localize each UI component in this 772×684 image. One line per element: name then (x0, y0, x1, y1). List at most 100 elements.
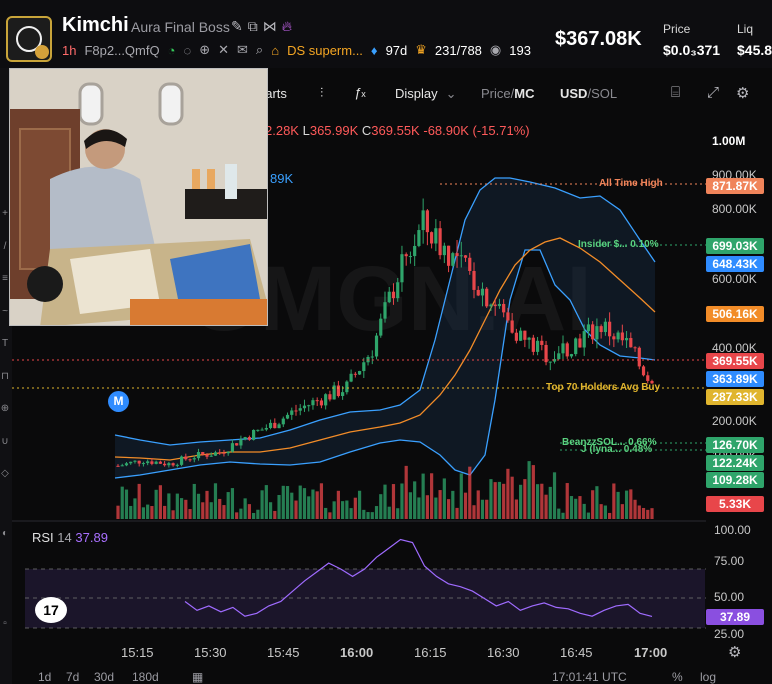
candle-body (268, 422, 273, 428)
price-tag: 369.55K (706, 353, 764, 369)
volume-bar (230, 488, 235, 519)
range-1d[interactable]: 1d (38, 670, 51, 684)
candle-body (502, 303, 506, 313)
volume-bar (624, 490, 629, 519)
log-toggle[interactable]: log (700, 670, 716, 684)
candle-body (514, 332, 518, 341)
volume-bar (586, 512, 591, 519)
volume-bar (239, 508, 243, 519)
volume-bar (218, 498, 222, 519)
candle-body (298, 408, 302, 411)
settings-small-icon[interactable]: ⚙ (728, 643, 741, 661)
candle-body (519, 330, 523, 341)
candle-body (417, 230, 421, 246)
candle-body (179, 456, 184, 465)
volume-bar (324, 507, 328, 519)
range-30d[interactable]: 30d (94, 670, 114, 684)
candle-body (124, 463, 129, 466)
price-tag: 363.89K (706, 371, 764, 387)
volume-bar (396, 508, 400, 519)
percent-toggle[interactable]: % (672, 670, 683, 684)
volume-bar (273, 510, 277, 519)
candle-body (400, 254, 404, 283)
clock-time: 17:01:41 UTC (552, 670, 627, 684)
volume-bar (201, 502, 205, 519)
rsi-legend: RSI 14 37.89 (32, 530, 108, 545)
volume-bar (243, 498, 247, 519)
candle-body (218, 452, 222, 454)
candle-body (336, 385, 340, 396)
range-180d[interactable]: 180d (132, 670, 159, 684)
volume-bar (578, 496, 582, 519)
candle-body (171, 463, 175, 466)
volume-bar (260, 490, 264, 519)
candle-body (489, 304, 493, 307)
candle-body (451, 253, 455, 266)
volume-group (116, 461, 654, 519)
range-7d[interactable]: 7d (66, 670, 79, 684)
volume-bar (188, 509, 192, 519)
candle-body (146, 461, 150, 464)
candle-body (235, 443, 239, 446)
price-tag: 122.24K (706, 455, 764, 471)
volume-bar (362, 509, 366, 519)
volume-bar (120, 486, 124, 519)
volume-bar (357, 490, 362, 519)
volume-bar (341, 501, 345, 519)
volume-bar (400, 483, 404, 519)
candle-body (273, 422, 277, 429)
volume-bar (544, 494, 548, 519)
volume-bar (379, 494, 383, 519)
volume-bar (124, 489, 129, 519)
price-tag: 126.70K (706, 437, 764, 453)
candle-body (430, 232, 434, 244)
volume-bar (294, 500, 298, 519)
candle-body (196, 452, 201, 459)
volume-bar (268, 502, 273, 519)
candle-body (383, 302, 387, 319)
volume-bar (298, 485, 302, 519)
volume-bar (463, 492, 468, 519)
volume-bar (281, 485, 285, 519)
candle-body (527, 337, 531, 340)
volume-bar (527, 461, 531, 519)
volume-bar (387, 506, 391, 519)
candle-body (379, 318, 383, 336)
volume-bar (345, 500, 349, 519)
volume-bar (531, 465, 535, 519)
volume-bar (514, 499, 518, 519)
candle-body (603, 321, 607, 333)
calendar-icon[interactable]: ▦ (192, 670, 203, 684)
candle-body (353, 373, 357, 375)
candle-body (226, 451, 230, 454)
volume-bar (612, 483, 616, 519)
volume-bar (438, 490, 442, 519)
tradingview-logo[interactable]: 17 (35, 597, 67, 623)
volume-bar (506, 468, 510, 519)
candle-body (328, 394, 332, 400)
rsi-period: 14 (57, 530, 72, 545)
candle-body (302, 405, 307, 409)
volume-bar (319, 483, 324, 519)
price-tag: 37.89 (706, 609, 764, 625)
price-tag: 5.33K (706, 496, 764, 512)
volume-bar (171, 510, 175, 519)
window-right (158, 82, 184, 126)
x-axis-tick: 16:00 (340, 645, 374, 660)
candle-body (307, 405, 311, 407)
candle-body (324, 394, 328, 406)
volume-bar (442, 478, 446, 519)
bottom-bar: 1d 7d 30d 180d ▦ 17:01:41 UTC % log (0, 670, 772, 684)
candle-body (201, 452, 205, 455)
volume-bar (476, 490, 480, 519)
y-axis-tick: 1.00M (712, 134, 746, 148)
volume-bar (311, 489, 315, 519)
volume-bar (196, 493, 201, 519)
candle-body (493, 304, 497, 307)
candle-body (370, 356, 374, 358)
candle-body (205, 454, 209, 457)
candle-body (595, 326, 599, 340)
migration-badge[interactable]: M (108, 391, 129, 412)
y-axis-tick: 800.00K (712, 202, 757, 216)
candle-body (425, 210, 429, 233)
